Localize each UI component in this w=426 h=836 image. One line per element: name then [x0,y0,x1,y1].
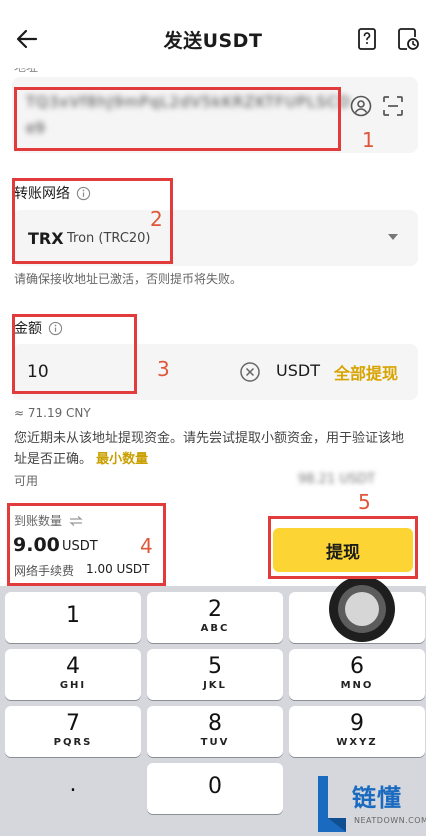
key-digit: 4 [66,654,80,679]
annotation-box-5 [268,516,418,579]
annotation-number-5: 5 [358,490,371,514]
annotation-number-1: 1 [362,128,375,152]
key-digit: 7 [66,711,80,736]
key-4[interactable]: 4 GHI [5,649,141,700]
key-0[interactable]: 0 [147,763,283,814]
key-letters: JKL [203,680,227,691]
key-digit: . [69,772,77,797]
approx-value: ≈ 71.19 CNY [14,406,91,420]
key-1[interactable]: 1 [5,592,141,643]
scan-icon[interactable] [381,94,405,118]
key-digit: 2 [208,597,222,622]
key-letters: MNO [340,680,374,691]
contact-icon[interactable] [349,94,373,118]
watermark: 链懂 NEATDOWN.COM [314,774,426,836]
key-dot[interactable]: . [5,763,141,814]
key-digit: 8 [208,711,222,736]
amount-unit: USDT [276,361,320,380]
key-digit: 1 [66,603,80,628]
key-2[interactable]: 2 ABC [147,592,283,643]
key-letters: GHI [59,680,87,691]
annotation-box-3 [12,314,137,394]
key-letters: ABC [200,623,230,634]
clear-icon[interactable] [239,361,261,383]
watermark-url: NEATDOWN.COM [354,816,426,825]
key-6[interactable]: 6 MNO [289,649,425,700]
annotation-box-2 [12,178,173,264]
caret-down-icon [388,234,398,240]
history-clock-icon[interactable] [396,27,420,51]
key-5[interactable]: 5 JKL [147,649,283,700]
annotation-box-1 [14,87,341,151]
annotation-number-4: 4 [140,534,153,558]
available-value: 98.21 USDT [298,472,376,487]
key-digit: 5 [208,654,222,679]
available-label: 可用 [14,474,39,488]
key-7[interactable]: 7 PQRS [5,706,141,757]
warning-text: 您近期未从该地址提现资金。请先尝试提取小额资金，用于验证该地址是否正确。 最小数… [14,428,416,470]
network-hint: 请确保接收地址已激活，否则提币将失败。 [14,272,243,286]
assistive-touch-button[interactable] [329,576,395,642]
key-letters: PQRS [53,737,93,748]
watermark-text: 链懂 [352,784,402,812]
key-8[interactable]: 8 TUV [147,706,283,757]
key-digit: 0 [208,774,222,799]
min-amount-link[interactable]: 最小数量 [96,452,148,467]
key-9[interactable]: 9 WXYZ [289,706,425,757]
key-letters: TUV [200,737,230,748]
annotation-number-3: 3 [157,357,170,381]
header: 发送USDT [0,0,426,78]
annotation-number-2: 2 [150,207,163,231]
assistive-touch-core [345,592,379,626]
help-book-icon[interactable] [355,27,379,51]
warning-message: 您近期未从该地址提现资金。请先尝试提取小额资金，用于验证该地址是否正确。 [14,431,405,467]
withdraw-all-button[interactable]: 全部提现 [334,360,398,384]
key-letters: WXYZ [336,737,378,748]
key-digit: 9 [350,711,364,736]
watermark-logo-icon [318,776,346,832]
key-digit: 6 [350,654,364,679]
